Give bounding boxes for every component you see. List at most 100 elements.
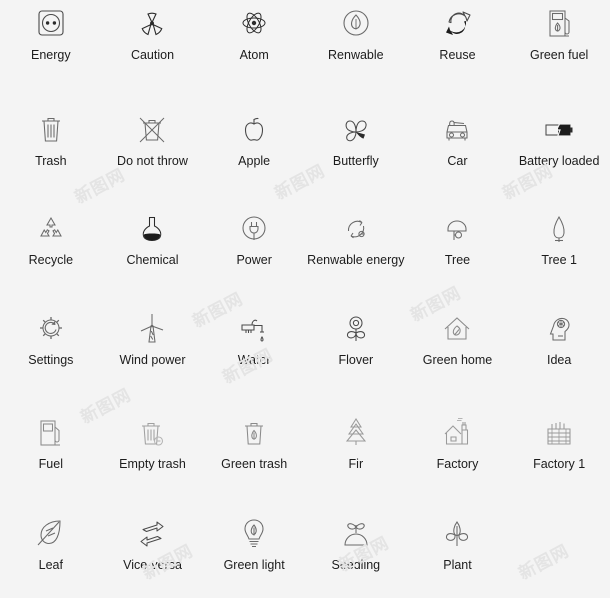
icon-cell-chemical[interactable]: Chemical [102,199,204,299]
radiation-warning-icon[interactable] [130,2,174,46]
icon-cell-green-light[interactable]: Green light [203,498,305,598]
empty-trash-icon[interactable] [130,411,174,455]
tree-icon[interactable] [435,207,479,251]
do-not-throw-icon[interactable] [130,108,174,152]
vice-versa-arrows-icon[interactable] [130,512,174,556]
icon-cell-green-home[interactable]: Green home [407,299,509,399]
fuel-pump-icon[interactable] [29,411,73,455]
water-tap-icon[interactable] [232,307,276,351]
green-fuel-pump-icon[interactable] [537,2,581,46]
idea-head-icon[interactable] [537,307,581,351]
settings-gear-icon[interactable] [29,307,73,351]
icon-label: Trash [35,153,67,168]
icon-cell-fir[interactable]: Fir [305,399,407,499]
green-light-bulb-icon[interactable] [232,512,276,556]
icon-cell-leaf[interactable]: Leaf [0,498,102,598]
power-plug-icon[interactable] [232,207,276,251]
icon-cell-tree[interactable]: Tree [407,199,509,299]
power-socket-icon[interactable] [29,2,73,46]
atom-icon[interactable] [232,2,276,46]
icon-label: Tree [444,253,471,268]
icon-label: Renwable energy [307,253,405,268]
icon-cell-seedling[interactable]: Seedling [305,498,407,598]
icon-cell-battery-loaded[interactable]: Battery loaded [508,100,610,200]
icon-label: Green trash [221,456,288,471]
icon-cell-factory[interactable]: Factory [407,399,509,499]
apple-icon[interactable] [232,108,276,152]
icon-cell-apple[interactable]: Apple [203,100,305,200]
green-home-icon[interactable] [435,307,479,351]
icon-label: Apple [238,153,271,168]
icon-cell-trash[interactable]: Trash [0,100,102,200]
icon-label: Wind power [119,352,186,367]
icon-cell-power[interactable]: Power [203,199,305,299]
icon-cell-fuel[interactable]: Fuel [0,399,102,499]
trash-can-icon[interactable] [29,108,73,152]
icon-cell-atom[interactable]: Atom [203,0,305,100]
icon-label: Vice-versa [123,558,182,573]
icon-cell-flover[interactable]: Flover [305,299,407,399]
reuse-arrows-icon[interactable] [435,2,479,46]
icon-label: Flover [338,352,374,367]
icon-label: Chemical [126,253,179,268]
icon-label: Settings [28,352,74,367]
icon-label: Recycle [28,253,74,268]
flower-icon[interactable] [334,307,378,351]
icon-cell-renwable-energy[interactable]: Renwable energy [305,199,407,299]
icon-label: Tree 1 [541,253,577,268]
icon-label: Factory [436,456,479,471]
tree-1-icon[interactable] [537,207,581,251]
icon-label: Plant [443,558,472,573]
icon-label: Green light [223,558,285,573]
icon-cell-water[interactable]: Water [203,299,305,399]
icon-cell-do-not-throw[interactable]: Do not throw [102,100,204,200]
factory-1-icon[interactable] [537,411,581,455]
plant-icon[interactable] [435,512,479,556]
icon-cell-reuse[interactable]: Reuse [407,0,509,100]
icon-label: Energy [31,48,71,62]
recycle-triangle-icon[interactable] [29,207,73,251]
seedling-icon[interactable] [334,512,378,556]
icon-cell-settings[interactable]: Settings [0,299,102,399]
icon-label: Green fuel [529,48,589,62]
icon-label: Empty trash [119,456,186,471]
icon-cell-factory-1[interactable]: Factory 1 [508,399,610,499]
leaf-icon[interactable] [29,512,73,556]
icon-cell-empty-trash[interactable]: Empty trash [102,399,204,499]
icon-label: Renwable [328,48,384,62]
icon-cell-butterfly[interactable]: Butterfly [305,100,407,200]
icon-cell-car[interactable]: Car [407,100,509,200]
renewable-energy-cycle-icon[interactable] [334,207,378,251]
wind-turbine-icon[interactable] [130,307,174,351]
icon-cell-vice-versa[interactable]: Vice-versa [102,498,204,598]
icon-label: Power [236,253,272,268]
icon-cell-wind-power[interactable]: Wind power [102,299,204,399]
icon-cell-tree-1[interactable]: Tree 1 [508,199,610,299]
icon-label: Caution [130,48,175,62]
green-trash-icon[interactable] [232,411,276,455]
fir-tree-icon[interactable] [334,411,378,455]
icon-label: Idea [546,352,572,367]
icon-grid: Energy Caution Atom Renwable Reuse Green… [0,0,610,598]
icon-cell-green-trash[interactable]: Green trash [203,399,305,499]
chemical-flask-icon[interactable] [130,207,174,251]
icon-label: Leaf [38,558,63,573]
icon-cell-plant[interactable]: Plant [407,498,509,598]
battery-loaded-icon[interactable] [537,108,581,152]
icon-cell-green-fuel[interactable]: Green fuel [508,0,610,100]
car-icon[interactable] [435,108,479,152]
icon-cell-recycle[interactable]: Recycle [0,199,102,299]
butterfly-icon[interactable] [334,108,378,152]
icon-cell-energy[interactable]: Energy [0,0,102,100]
icon-label: Do not throw [117,153,188,168]
renewable-leaf-drop-icon[interactable] [334,2,378,46]
icon-label: Green home [422,352,493,367]
icon-cell-idea[interactable]: Idea [508,299,610,399]
icon-label: Fuel [38,456,63,471]
icon-label: Reuse [439,48,476,62]
icon-cell-renwable[interactable]: Renwable [305,0,407,100]
factory-icon[interactable] [435,411,479,455]
icon-label: Factory 1 [533,456,586,471]
icon-label: Atom [239,48,269,62]
icon-cell-caution[interactable]: Caution [102,0,204,100]
